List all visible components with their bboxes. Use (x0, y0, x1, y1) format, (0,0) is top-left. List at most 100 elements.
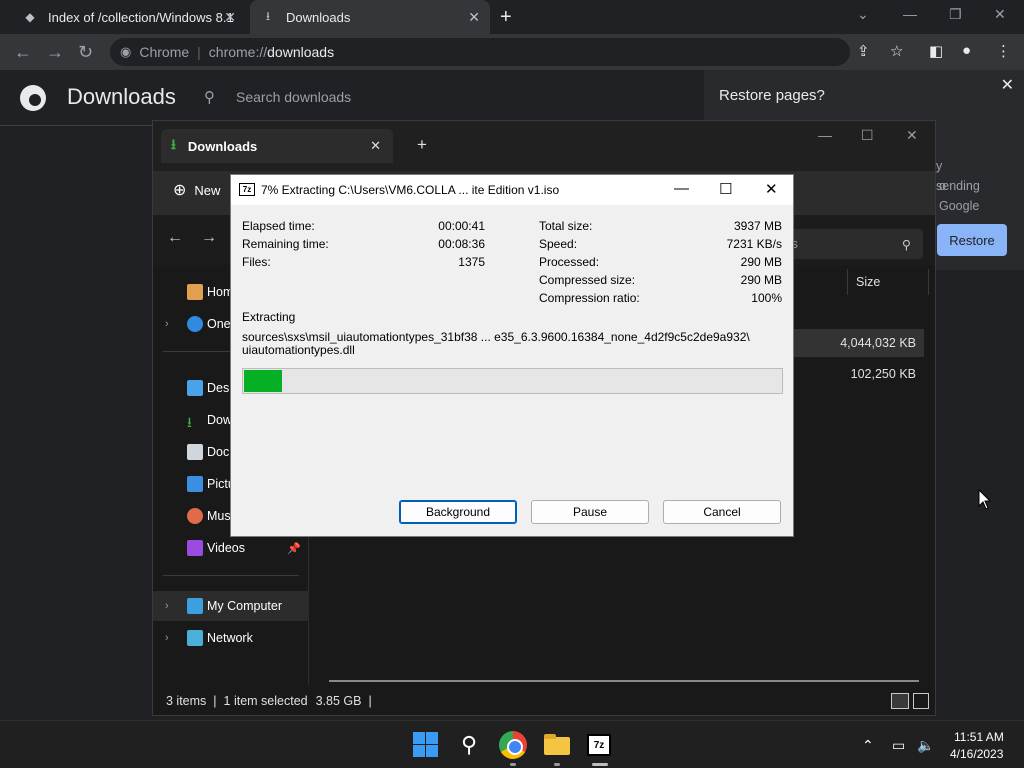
dialog-title-bar: 7z 7% Extracting C:\Users\VM6.COLLA ... … (231, 175, 793, 205)
documents-icon (187, 444, 203, 460)
total-size-value: 3937 MB (733, 219, 782, 233)
minimize-icon[interactable]: — (903, 6, 917, 22)
maximize-icon[interactable]: ☐ (719, 180, 732, 198)
column-header-size[interactable]: Size (847, 269, 929, 295)
selection-count: 1 item selected (223, 694, 308, 708)
popup-body-fragment: o Google (939, 179, 980, 213)
horizontal-scrollbar[interactable] (329, 680, 919, 682)
remaining-time-label: Remaining time: (242, 237, 329, 251)
compression-ratio-label: Compression ratio: (539, 291, 640, 305)
mouse-cursor-icon (978, 489, 992, 510)
clock-time[interactable]: 11:51 AM (954, 730, 1004, 744)
background-button[interactable]: Background (399, 500, 517, 524)
tab-downloads[interactable]: ⭳ Downloads ✕ (250, 0, 490, 34)
download-icon: ⭳ (265, 8, 271, 23)
item-count: 3 items (166, 694, 207, 708)
new-tab-icon[interactable]: + (417, 135, 427, 155)
details-view-icon[interactable] (891, 693, 909, 709)
profile-icon[interactable]: ● (962, 42, 971, 59)
network-icon[interactable]: ▭ (892, 737, 905, 754)
close-window-icon[interactable]: ✕ (994, 6, 1006, 23)
search-downloads-input[interactable]: Search downloads (236, 89, 351, 105)
videos-icon (187, 540, 203, 556)
chevron-right-icon[interactable]: › (165, 632, 169, 644)
menu-icon[interactable]: ⋮ (996, 42, 1011, 60)
start-icon[interactable] (412, 731, 440, 759)
pause-button[interactable]: Pause (531, 500, 649, 524)
volume-icon[interactable]: 🔈 (917, 737, 934, 754)
tab-search-icon[interactable]: ⌄ (857, 6, 869, 23)
home-icon (187, 284, 203, 300)
forward-icon[interactable]: → (201, 229, 217, 247)
omnibox[interactable]: ◉ Chrome | chrome:// downloads (110, 38, 850, 66)
restore-window-icon[interactable]: ❐ (949, 6, 962, 23)
minimize-icon[interactable]: — (674, 180, 689, 197)
separator: | (213, 694, 217, 708)
selection-size: 3.85 GB (315, 694, 362, 708)
explorer-tab-bar: ⭳ Downloads ✕ + — ☐ ✕ (153, 121, 935, 171)
close-tab-icon[interactable]: ✕ (468, 9, 480, 26)
maximize-icon[interactable]: ☐ (861, 127, 874, 144)
7zip-icon[interactable]: 7z (587, 734, 611, 756)
share-icon[interactable]: ⇪ (857, 42, 870, 60)
chevron-right-icon[interactable]: › (165, 318, 169, 330)
sidebar-item-network[interactable]: › Network (153, 623, 309, 653)
tab-label: Downloads (286, 9, 351, 25)
reload-icon[interactable]: ↻ (78, 42, 93, 63)
chevron-up-icon[interactable]: ⌃ (862, 737, 874, 754)
desktop-icon (187, 380, 203, 396)
7zip-extract-dialog: 7z 7% Extracting C:\Users\VM6.COLLA ... … (230, 174, 794, 537)
chrome-toolbar: ← → ↻ ◉ Chrome | chrome:// downloads ⇪ ☆… (0, 34, 1024, 70)
7zip-logo-icon: 7z (239, 183, 255, 196)
sidebar-item-label: Dow (207, 413, 233, 427)
search-icon[interactable]: ⚲ (455, 731, 483, 759)
minimize-icon[interactable]: — (818, 127, 832, 143)
tiles-view-icon[interactable] (913, 693, 929, 709)
close-tab-icon[interactable]: ✕ (370, 138, 381, 154)
close-icon[interactable]: ✕ (1001, 75, 1014, 95)
back-icon[interactable]: ← (14, 42, 32, 63)
restore-button[interactable]: Restore (937, 224, 1007, 256)
close-window-icon[interactable]: ✕ (906, 127, 918, 144)
search-icon: ⚲ (901, 237, 911, 252)
explorer-tab-downloads[interactable]: ⭳ Downloads ✕ (161, 129, 393, 163)
sidebar-item-label: My Computer (207, 599, 283, 613)
sidebar-item-videos[interactable]: Videos 📌 (153, 533, 309, 563)
divider (163, 575, 299, 576)
omnibox-scheme: chrome:// (208, 44, 268, 60)
close-icon[interactable]: ✕ (765, 180, 778, 198)
new-button[interactable]: ⊕ New (173, 180, 220, 200)
sidebar-item-label: One (207, 317, 231, 331)
archive-favicon-icon: ◆ (25, 10, 35, 24)
page-title: Downloads (67, 84, 176, 109)
tab-index-collection[interactable]: ◆ Index of /collection/Windows 8.1 ✕ (14, 0, 246, 34)
action-label: Extracting (242, 310, 296, 324)
forward-icon[interactable]: → (46, 42, 64, 63)
file-size: 102,250 KB (850, 367, 916, 381)
tab-label: Index of /collection/Windows 8.1 (48, 9, 234, 25)
separator: | (368, 694, 372, 708)
elapsed-time-value: 00:00:41 (438, 219, 485, 233)
file-size: 4,044,032 KB (840, 336, 916, 350)
bookmark-star-icon[interactable]: ☆ (890, 42, 903, 60)
chevron-right-icon[interactable]: › (165, 600, 169, 612)
file-explorer-icon[interactable] (543, 731, 571, 759)
cancel-button[interactable]: Cancel (663, 500, 781, 524)
plus-circle-icon: ⊕ (173, 182, 187, 199)
omnibox-origin: Chrome (139, 44, 190, 60)
sidebar-item-label: Network (207, 631, 253, 645)
back-icon[interactable]: ← (167, 229, 183, 247)
side-panel-icon[interactable]: ◧ (929, 42, 943, 60)
popup-title: Restore pages? (719, 87, 825, 104)
active-indicator (592, 763, 608, 766)
current-file-path: sources\sxs\msil_uiautomationtypes_31bf3… (242, 331, 782, 357)
clock-date[interactable]: 4/16/2023 (950, 747, 1003, 761)
sidebar-item-my-computer[interactable]: › My Computer (153, 591, 309, 621)
close-tab-icon[interactable]: ✕ (224, 9, 236, 26)
new-label: New (194, 182, 221, 198)
new-tab-icon[interactable]: + (500, 6, 512, 29)
dialog-title: 7% Extracting C:\Users\VM6.COLLA ... ite… (261, 183, 560, 197)
extraction-progress-bar (242, 368, 783, 394)
sidebar-item-label: Videos (207, 541, 245, 555)
chrome-icon[interactable] (499, 731, 527, 759)
